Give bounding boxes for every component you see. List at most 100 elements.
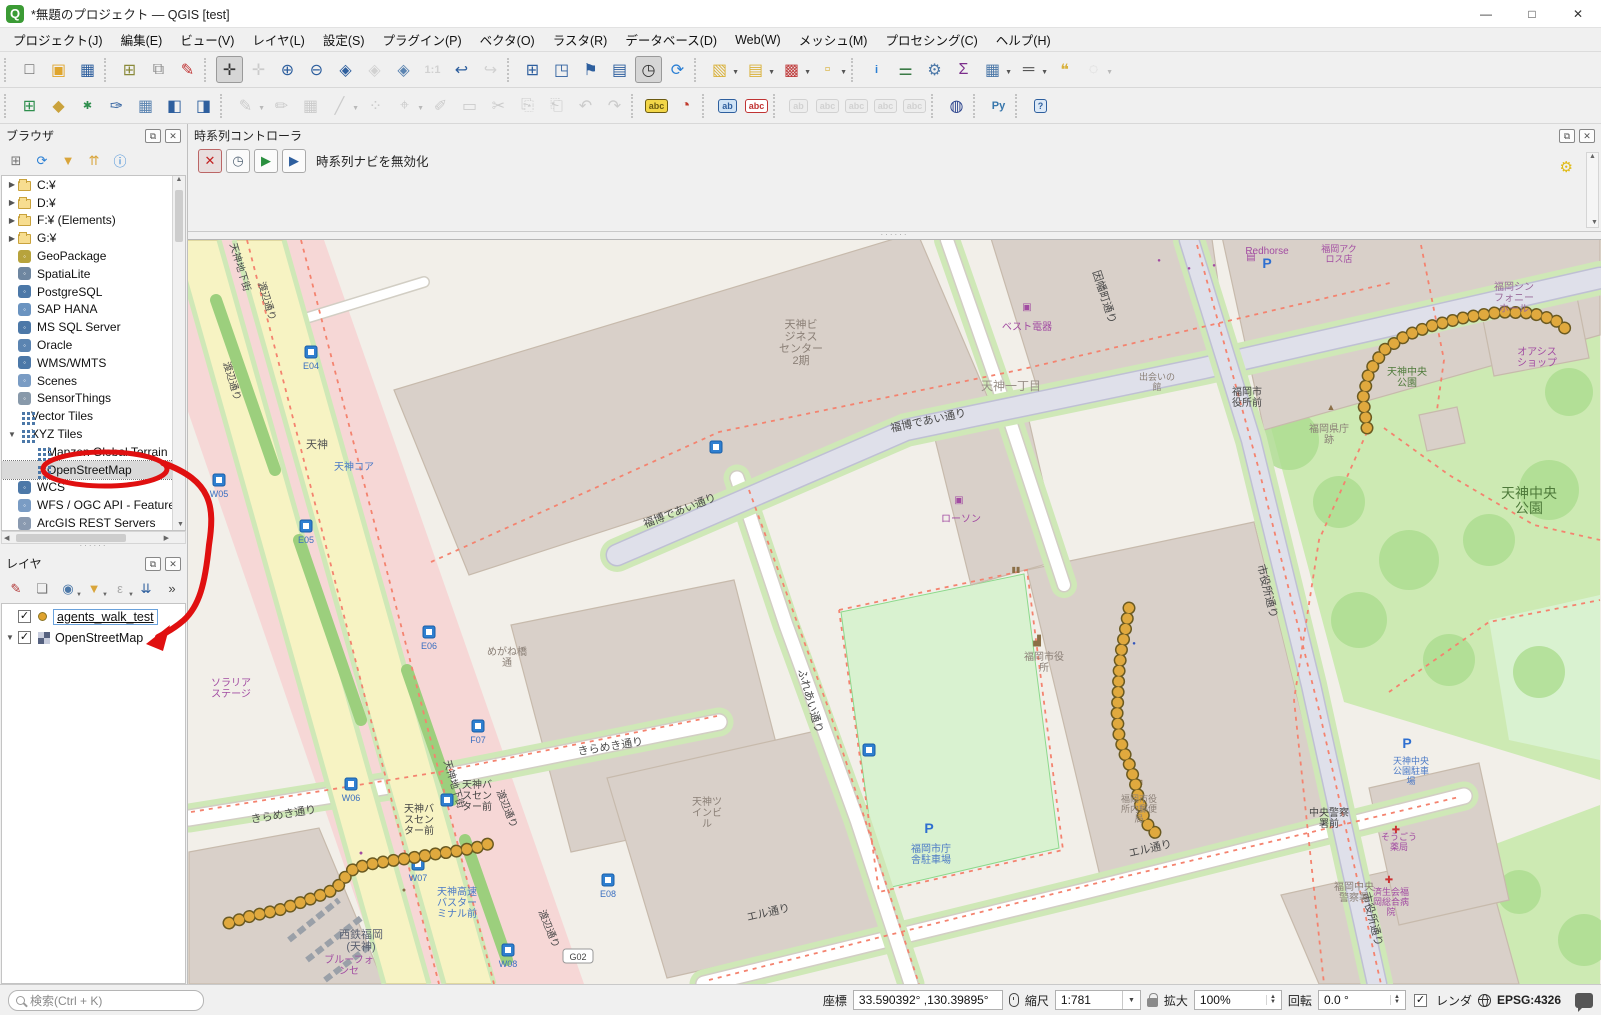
field-calculator-button[interactable]: ⚌ <box>892 56 919 83</box>
zoom-to-layer-button[interactable]: ◈ <box>390 56 417 83</box>
rotation-spinbox[interactable]: 0.0 °▲▼ <box>1318 990 1406 1010</box>
temporal-close-icon[interactable]: ✕ <box>1579 129 1595 143</box>
add-group-icon[interactable]: ❏ <box>30 578 54 600</box>
highlight-label-button[interactable]: abc <box>743 92 770 119</box>
identify-features-button[interactable]: i <box>863 56 890 83</box>
layer-item-openstreetmap[interactable]: ▼✓OpenStreetMap <box>2 627 185 648</box>
add-selected-layer-icon[interactable]: ⊞ <box>4 150 28 172</box>
maximize-button[interactable]: □ <box>1509 0 1555 28</box>
map-canvas[interactable]: E04E05E06F07W05W06W07W08E08PPPG02●●●▣▣▤▲… <box>188 239 1601 984</box>
menu-item-7[interactable]: ラスタ(R) <box>544 27 617 52</box>
new-geopackage-layer-button[interactable]: ✱ <box>74 92 101 119</box>
zoom-full-button[interactable]: ◈ <box>332 56 359 83</box>
browser-item-vector-tiles[interactable]: Vector Tiles <box>2 407 185 425</box>
pan-map-button[interactable]: ✛ <box>216 56 243 83</box>
export-animation-button[interactable]: ▶ <box>282 149 306 173</box>
browser-item-wms-wmts[interactable]: ◦WMS/WMTS <box>2 354 185 372</box>
browser-item-wcs[interactable]: ◦WCS <box>2 479 185 497</box>
search-input[interactable]: 検索(Ctrl + K) <box>8 990 204 1011</box>
filter-by-expression-icon[interactable]: ε▼ <box>108 578 132 600</box>
zoom-in-button[interactable]: ⊕ <box>274 56 301 83</box>
refresh-map-button[interactable]: ⟳ <box>664 56 691 83</box>
pin-label-button[interactable]: ab <box>714 92 741 119</box>
browser-float-icon[interactable]: ⧉ <box>145 129 161 143</box>
menu-item-11[interactable]: プロセシング(C) <box>876 27 986 52</box>
temporal-float-icon[interactable]: ⧉ <box>1559 129 1575 143</box>
layer-labeling-button[interactable]: abc <box>643 92 670 119</box>
temporal-controller-button[interactable]: ◷ <box>635 56 662 83</box>
browser-item-xyz-tiles[interactable]: ▼XYZ Tiles <box>2 425 185 443</box>
browser-item-f-elements-[interactable]: ▶F:¥ (Elements) <box>2 212 185 230</box>
menu-item-0[interactable]: プロジェクト(J) <box>4 27 112 52</box>
filter-legend-icon[interactable]: ▼▼ <box>82 578 106 600</box>
minimize-button[interactable]: — <box>1463 0 1509 28</box>
show-layout-manager-button[interactable]: ⧉ <box>145 56 172 83</box>
browser-item-openstreetmap[interactable]: OpenStreetMap <box>2 461 185 479</box>
browser-item-c-[interactable]: ▶C:¥ <box>2 176 185 194</box>
browser-item-wfs-ogc-api-features[interactable]: ◦WFS / OGC API - Features <box>2 496 185 514</box>
layers-float-icon[interactable]: ⧉ <box>145 557 161 571</box>
refresh-browser-icon[interactable]: ⟳ <box>30 150 54 172</box>
menu-item-10[interactable]: メッシュ(M) <box>790 27 877 52</box>
disable-temporal-navigation-button[interactable]: ✕ <box>198 149 222 173</box>
magnifier-spinbox[interactable]: 100%▲▼ <box>1194 990 1282 1010</box>
layer-visibility-checkbox[interactable]: ✓ <box>18 610 31 623</box>
scale-lock-icon[interactable] <box>1147 998 1158 1007</box>
temporal-scrollbar[interactable]: ▲▼ <box>1586 152 1599 228</box>
select-by-location-button[interactable]: ▫▼ <box>814 56 841 83</box>
show-bookmarks-button[interactable]: ▤ <box>606 56 633 83</box>
map-tips-button[interactable]: ❝ <box>1051 56 1078 83</box>
measure-button[interactable]: ═▼ <box>1015 56 1042 83</box>
layer-visibility-checkbox[interactable]: ✓ <box>18 631 31 644</box>
close-button[interactable]: ✕ <box>1555 0 1601 28</box>
render-checkbox[interactable]: ✓ レンダ <box>1412 992 1472 1009</box>
scale-combobox[interactable]: 1:781▼ <box>1055 990 1141 1010</box>
browser-vertical-scrollbar[interactable]: ▲▼ <box>172 176 185 530</box>
new-3d-map-view-button[interactable]: ◳ <box>548 56 575 83</box>
coordinate-display-icon[interactable] <box>1009 993 1019 1007</box>
python-console-button[interactable]: Py <box>985 92 1012 119</box>
new-shapefile-layer-button[interactable]: ✑ <box>103 92 130 119</box>
animated-navigation-button[interactable]: ▶ <box>254 149 278 173</box>
select-features-button[interactable]: ▧▼ <box>706 56 733 83</box>
panel-splitter[interactable]: ······ <box>0 544 187 552</box>
statistical-summary-button[interactable]: Σ <box>950 56 977 83</box>
processing-toolbox-button[interactable]: ⚙ <box>921 56 948 83</box>
metasearch-button[interactable]: ◍ <box>943 92 970 119</box>
browser-item-mapzen-global-terrain[interactable]: Mapzen Global Terrain <box>2 443 185 461</box>
select-by-form-button[interactable]: ▤▼ <box>742 56 769 83</box>
new-bookmark-button[interactable]: ⚑ <box>577 56 604 83</box>
layers-close-icon[interactable]: ✕ <box>165 557 181 571</box>
browser-item-geopackage[interactable]: ◦GeoPackage <box>2 247 185 265</box>
menu-item-4[interactable]: 設定(S) <box>314 27 374 52</box>
menu-item-9[interactable]: Web(W) <box>726 30 790 50</box>
zoom-last-button[interactable]: ↩ <box>448 56 475 83</box>
menu-item-5[interactable]: プラグイン(P) <box>374 27 471 52</box>
panel-overflow-icon[interactable]: » <box>160 578 184 600</box>
manage-map-themes-icon[interactable]: ◉▼ <box>56 578 80 600</box>
browser-item-ms-sql-server[interactable]: ◦MS SQL Server <box>2 318 185 336</box>
open-layer-styling-icon[interactable]: ✎ <box>4 578 28 600</box>
deselect-features-button[interactable]: ▩▼ <box>778 56 805 83</box>
style-manager-button[interactable]: ✎ <box>174 56 201 83</box>
menu-item-3[interactable]: レイヤ(L) <box>243 27 313 52</box>
browser-item-arcgis-rest-servers[interactable]: ◦ArcGIS REST Servers <box>2 514 185 531</box>
browser-close-icon[interactable]: ✕ <box>165 129 181 143</box>
attribute-table-button[interactable]: ▦▼ <box>979 56 1006 83</box>
layer-diagram-button[interactable]: ◔ <box>672 92 699 119</box>
open-project-button[interactable]: ▣ <box>45 56 72 83</box>
filter-browser-icon[interactable]: ▼ <box>56 150 80 172</box>
new-mesh-layer-button[interactable]: ◧ <box>161 92 188 119</box>
coordinate-input[interactable]: 33.590392° ,130.39895° <box>853 990 1003 1010</box>
open-data-source-manager-button[interactable]: ⊞ <box>16 92 43 119</box>
browser-item-g-[interactable]: ▶G:¥ <box>2 229 185 247</box>
new-map-view-button[interactable]: ⊞ <box>519 56 546 83</box>
fixed-range-navigation-button[interactable]: ◷ <box>226 149 250 173</box>
save-project-button[interactable]: ▦ <box>74 56 101 83</box>
add-vector-layer-button[interactable]: ◆ <box>45 92 72 119</box>
menu-item-6[interactable]: ベクタ(O) <box>471 27 544 52</box>
menu-item-12[interactable]: ヘルプ(H) <box>987 27 1060 52</box>
expand-collapse-layers-icon[interactable]: ⇊ <box>134 578 158 600</box>
crs-globe-icon[interactable] <box>1478 994 1491 1007</box>
browser-item-postgresql[interactable]: ◦PostgreSQL <box>2 283 185 301</box>
